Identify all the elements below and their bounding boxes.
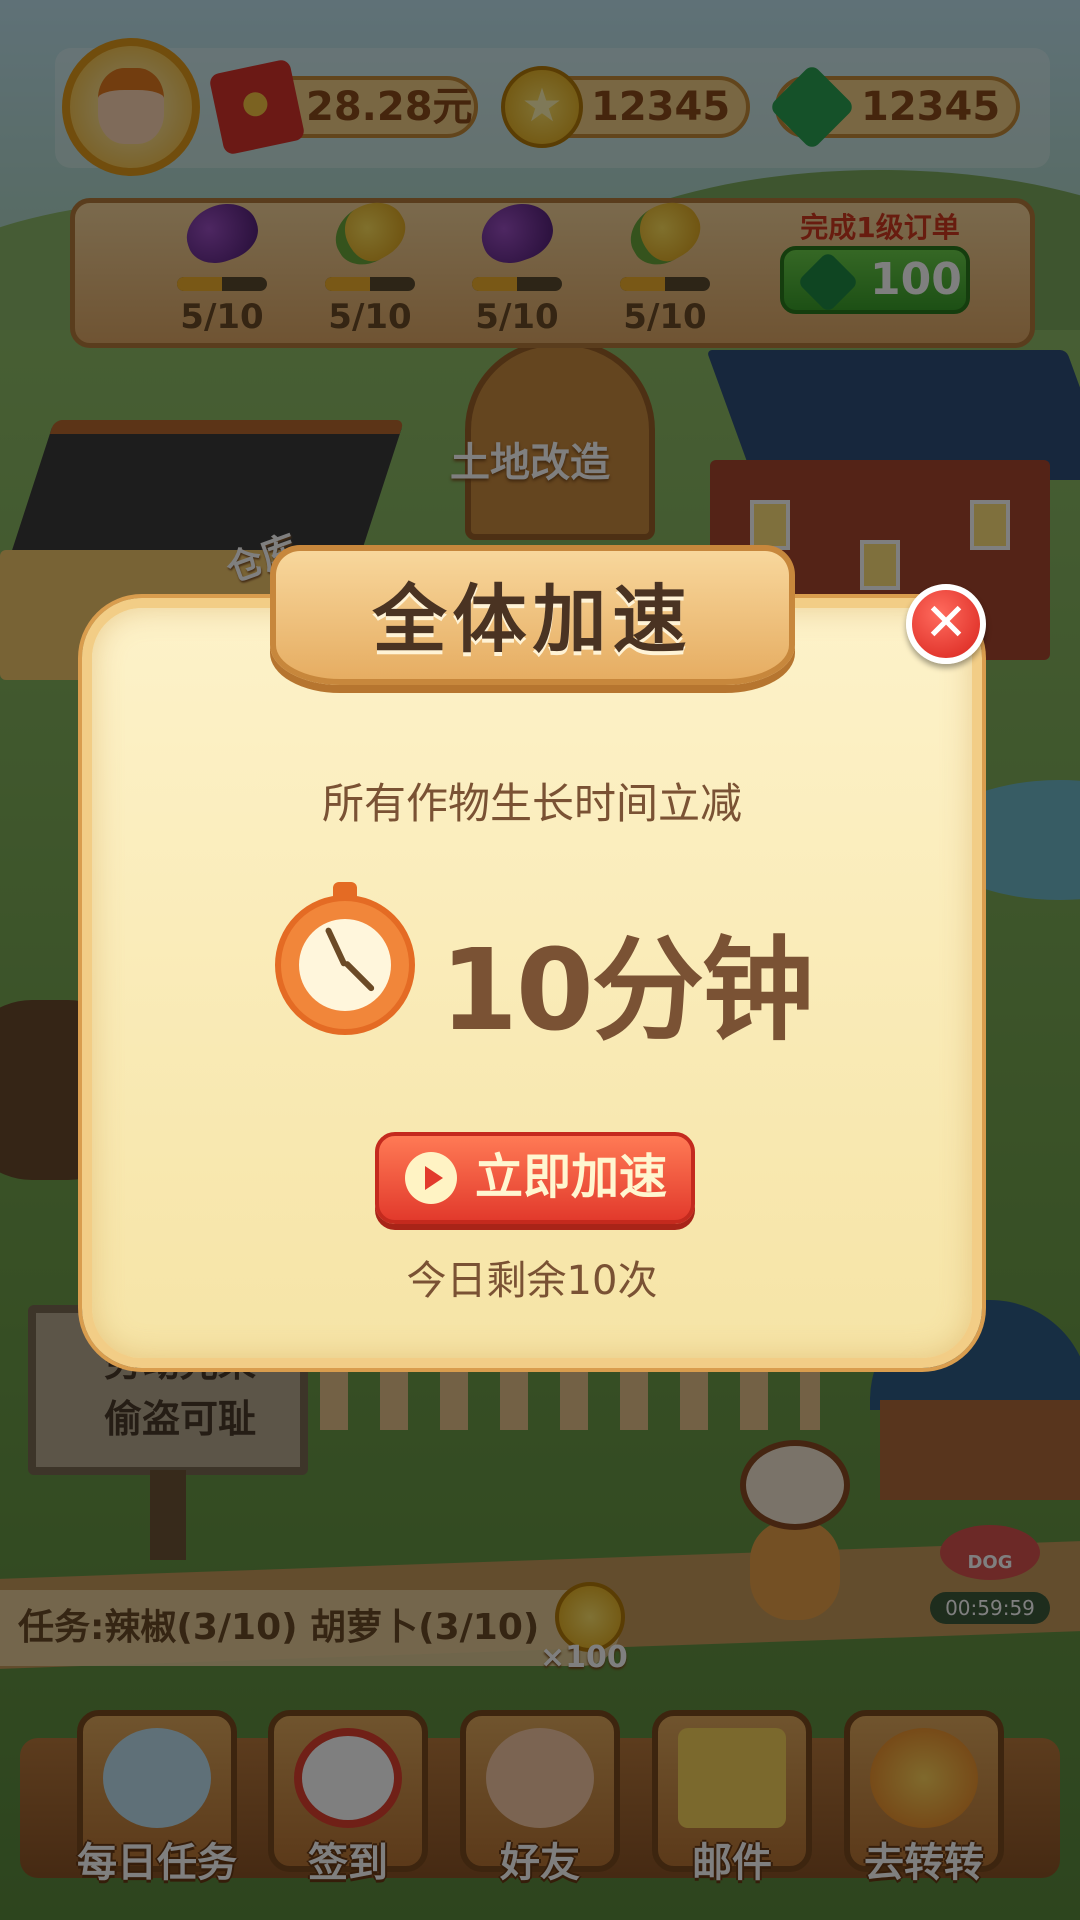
- speedup-now-button[interactable]: 立即加速: [375, 1132, 695, 1224]
- dialog-description: 所有作物生长时间立减: [321, 779, 742, 828]
- speedup-button-label: 立即加速: [475, 1149, 668, 1205]
- dialog-title: 全体加速: [372, 577, 693, 663]
- remaining-count: 今日剩余10次: [406, 1258, 658, 1304]
- close-button[interactable]: ✕: [906, 584, 986, 664]
- play-icon: [405, 1152, 457, 1204]
- close-icon: ✕: [924, 593, 968, 653]
- speedup-amount: 10分钟: [440, 926, 814, 1056]
